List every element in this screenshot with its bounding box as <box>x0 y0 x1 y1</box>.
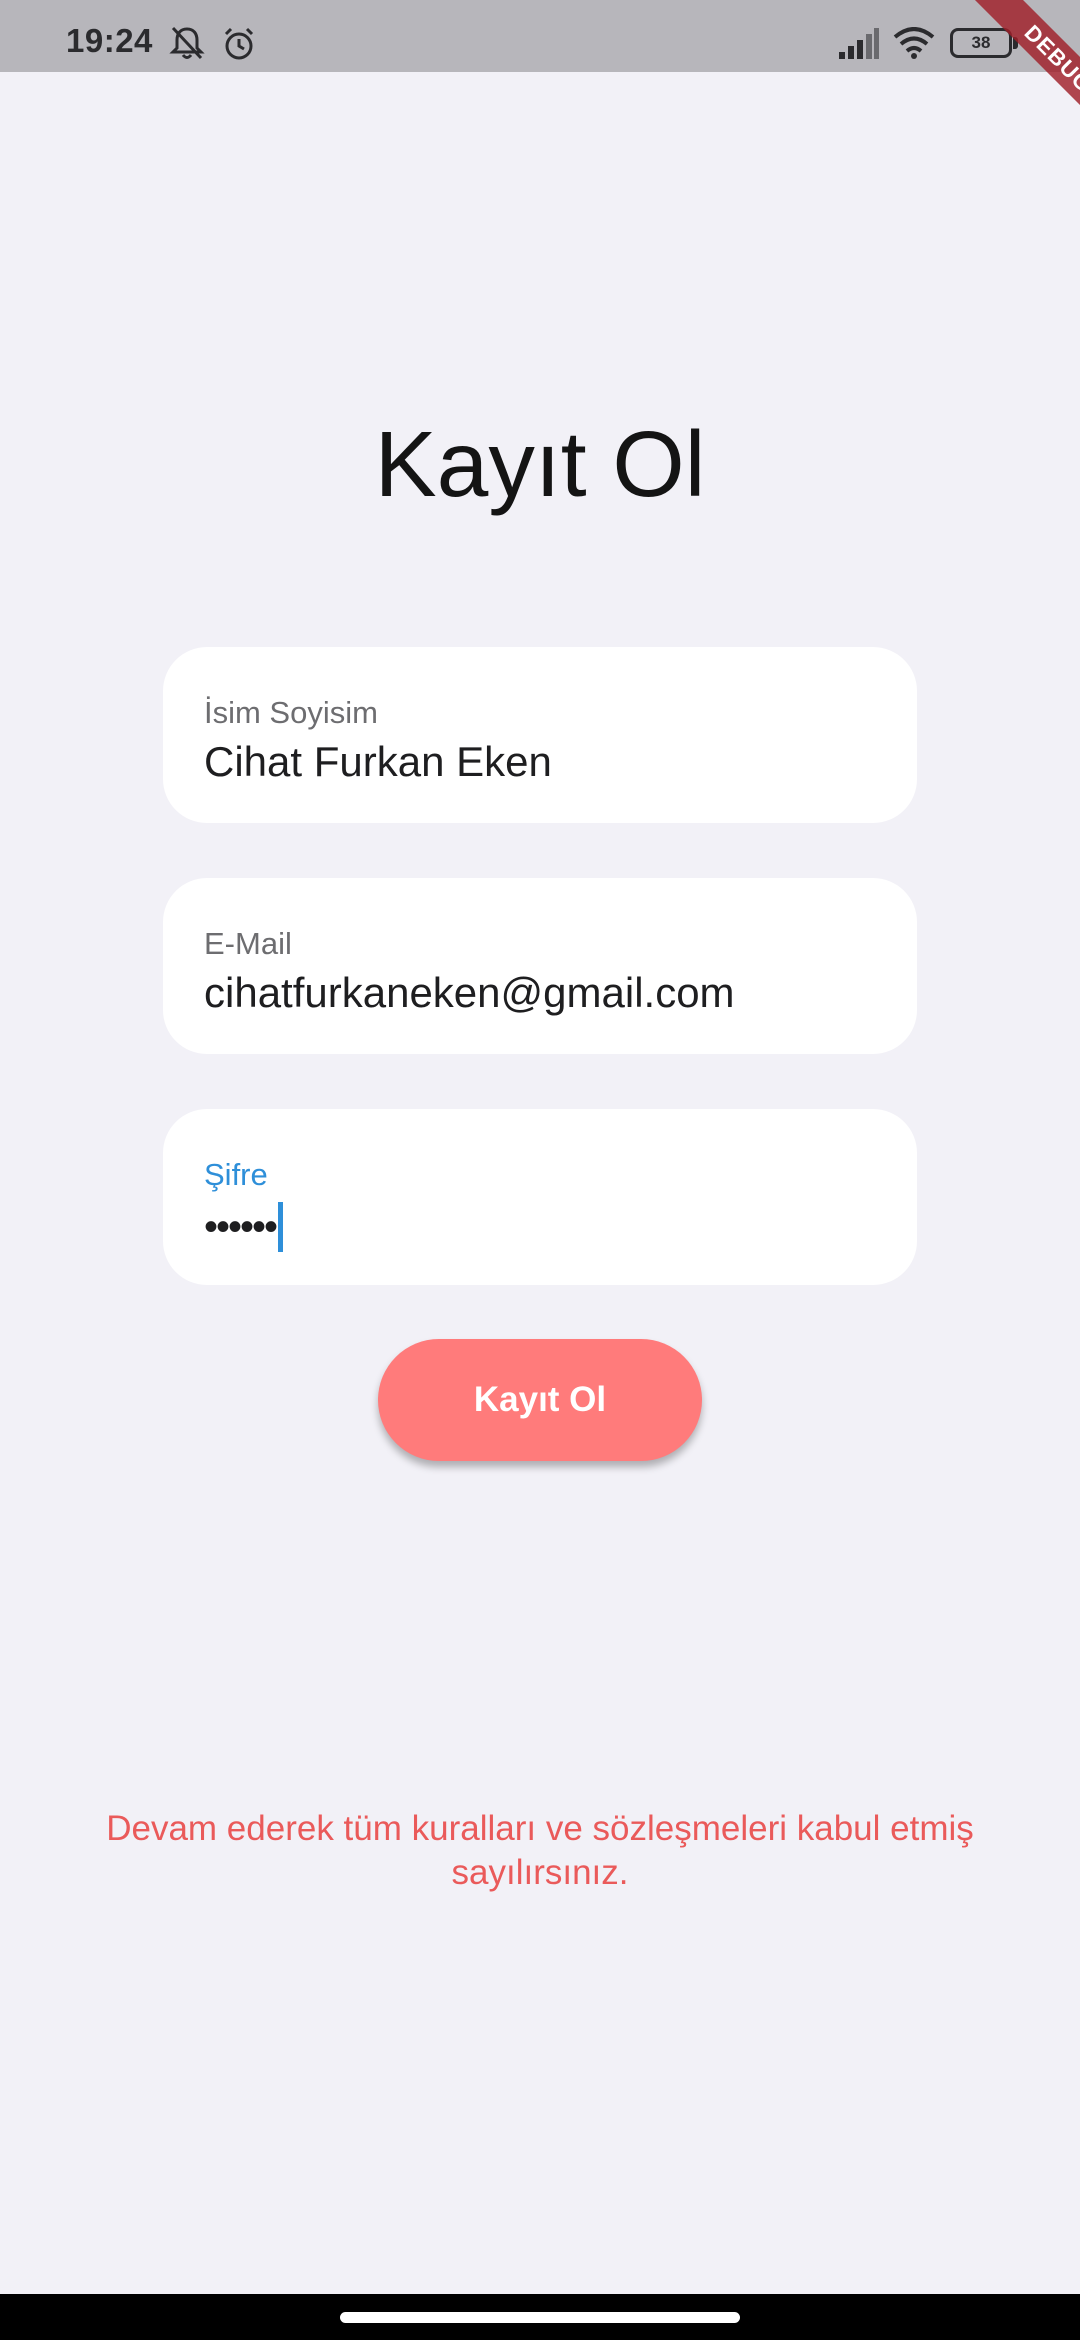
notifications-off-icon <box>168 25 206 61</box>
password-field-label: Şifre <box>204 1157 268 1192</box>
password-input[interactable]: •••••• <box>204 1201 284 1253</box>
name-field-label: İsim Soyisim <box>204 695 378 730</box>
status-time: 19:24 <box>66 22 153 59</box>
email-field-value[interactable]: cihatfurkaneken@gmail.com <box>204 972 735 1014</box>
email-field[interactable]: E-Mail cihatfurkaneken@gmail.com <box>163 878 917 1054</box>
wifi-icon <box>893 27 935 59</box>
name-field-value[interactable]: Cihat Furkan Eken <box>204 741 552 783</box>
status-bar: 19:24 38 <box>0 0 1080 72</box>
signal-icon <box>838 26 880 60</box>
battery-icon: 38 <box>950 28 1012 58</box>
page-title: Kayıt Ol <box>374 412 706 516</box>
alarm-icon <box>220 25 258 63</box>
terms-notice: Devam ederek tüm kuralları ve sözleşmele… <box>106 1809 974 1892</box>
register-button[interactable]: Kayıt Ol <box>378 1339 702 1461</box>
name-field[interactable]: İsim Soyisim Cihat Furkan Eken <box>163 647 917 823</box>
password-masked-value: •••••• <box>204 1205 278 1249</box>
text-caret <box>278 1202 284 1252</box>
email-field-label: E-Mail <box>204 926 292 961</box>
home-indicator[interactable] <box>340 2312 740 2323</box>
password-field[interactable]: Şifre •••••• <box>163 1109 917 1285</box>
